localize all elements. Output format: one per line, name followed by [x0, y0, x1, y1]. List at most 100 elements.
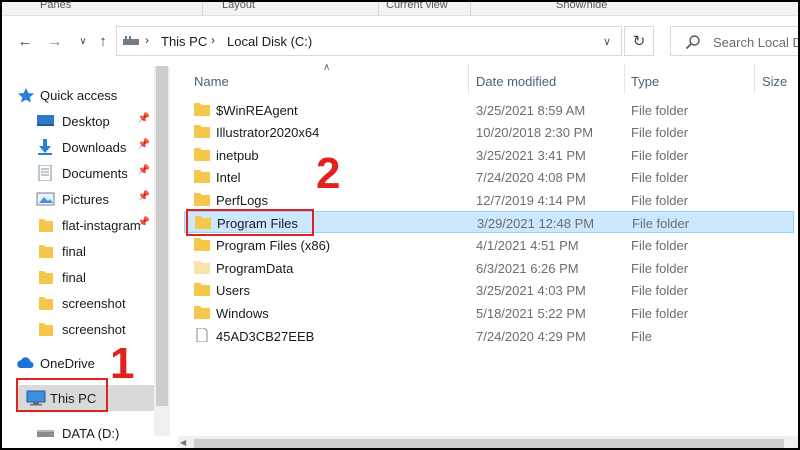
- nav-item-pictures[interactable]: Pictures 📌: [36, 187, 154, 211]
- address-bar[interactable]: › This PC › Local Disk (C:) ∨: [116, 26, 622, 56]
- column-separator[interactable]: [468, 64, 469, 94]
- file-type: File folder: [631, 103, 689, 118]
- nav-item-label: OneDrive: [40, 355, 95, 371]
- folder-icon: [39, 245, 53, 258]
- file-type: File: [631, 329, 652, 344]
- file-date: 3/25/2021 3:41 PM: [476, 148, 586, 163]
- chevron-down-icon: ∨: [79, 35, 87, 47]
- ribbon-group-labels: Panes Layout Current view Show/hide: [2, 2, 798, 16]
- file-row[interactable]: 45AD3CB27EEB 7/24/2020 4:29 PM File: [184, 325, 794, 347]
- file-row[interactable]: Windows 5/18/2021 5:22 PM File folder: [184, 302, 794, 324]
- nav-item-label: DATA (D:): [62, 425, 120, 441]
- file-type: File folder: [631, 193, 689, 208]
- nav-item-data-drive[interactable]: DATA (D:): [36, 421, 154, 445]
- folder-icon: [39, 271, 53, 284]
- nav-item-flat-instagram[interactable]: flat-instagram 📌: [36, 213, 154, 237]
- up-button[interactable]: ↑: [92, 28, 114, 54]
- forward-button[interactable]: →: [44, 28, 66, 54]
- recent-locations-button[interactable]: ∨: [72, 28, 94, 54]
- column-separator[interactable]: [754, 64, 755, 94]
- file-row[interactable]: Illustrator2020x64 10/20/2018 2:30 PM Fi…: [184, 121, 794, 143]
- nav-item-label: Desktop: [62, 113, 110, 129]
- annotation-highlight-program-files: [186, 209, 314, 236]
- file-row[interactable]: Intel 7/24/2020 4:08 PM File folder: [184, 166, 794, 188]
- pin-icon: 📌: [137, 139, 150, 150]
- refresh-button[interactable]: ↻: [624, 26, 654, 56]
- file-name: Program Files (x86): [216, 238, 331, 253]
- breadcrumb-chevron-icon: ›: [211, 33, 215, 47]
- folder-icon: [194, 238, 210, 251]
- arrow-right-icon: →: [47, 32, 63, 50]
- nav-pane-scrollbar[interactable]: [154, 66, 170, 436]
- file-type: File folder: [631, 283, 689, 298]
- file-icon: [196, 328, 208, 342]
- column-header-size[interactable]: Size: [762, 70, 787, 92]
- file-row[interactable]: Program Files (x86) 4/1/2021 4:51 PM Fil…: [184, 234, 794, 256]
- scrollbar-thumb[interactable]: [194, 439, 784, 448]
- sort-ascending-icon: ∧: [323, 62, 331, 73]
- nav-item-downloads[interactable]: Downloads 📌: [36, 135, 154, 159]
- column-header-name[interactable]: Name: [194, 70, 229, 92]
- desktop-icon: [37, 115, 54, 126]
- nav-item-label: screenshot: [62, 295, 126, 311]
- folder-icon: [194, 148, 210, 161]
- file-date: 4/1/2021 4:51 PM: [476, 238, 579, 253]
- pin-icon: 📌: [137, 191, 150, 202]
- ribbon-separator: [470, 2, 471, 16]
- nav-item-quick-access[interactable]: Quick access: [16, 83, 154, 107]
- star-icon: [18, 88, 34, 103]
- column-separator[interactable]: [624, 64, 625, 94]
- scroll-left-icon[interactable]: ◀: [180, 438, 186, 447]
- file-type: File folder: [631, 306, 689, 321]
- file-name: $WinREAgent: [216, 103, 298, 118]
- file-row[interactable]: ProgramData 6/3/2021 6:26 PM File folder: [184, 257, 794, 279]
- nav-item-label: final: [62, 269, 86, 285]
- file-explorer-window: Panes Layout Current view Show/hide ← → …: [0, 0, 800, 450]
- folder-icon: [194, 193, 210, 206]
- folder-icon: [194, 283, 210, 296]
- file-row[interactable]: $WinREAgent 3/25/2021 8:59 AM File folde…: [184, 99, 794, 121]
- breadcrumb-local-disk[interactable]: Local Disk (C:): [227, 34, 312, 49]
- search-icon: [685, 35, 700, 50]
- nav-item-documents[interactable]: Documents 📌: [36, 161, 154, 185]
- nav-item-screenshot[interactable]: screenshot: [36, 317, 154, 341]
- annotation-step-2: 2: [316, 149, 341, 198]
- back-button[interactable]: ←: [14, 28, 36, 54]
- column-header-date-modified[interactable]: Date modified: [476, 70, 556, 92]
- file-date: 3/29/2021 12:48 PM: [477, 216, 595, 231]
- file-name: Users: [216, 283, 250, 298]
- file-list-horizontal-scrollbar[interactable]: ◀: [178, 436, 798, 448]
- file-name: inetpub: [216, 148, 259, 163]
- file-name: PerfLogs: [216, 193, 269, 208]
- breadcrumb-chevron-icon: ›: [145, 33, 149, 47]
- pin-icon: 📌: [137, 165, 150, 176]
- column-header-type[interactable]: Type: [631, 70, 659, 92]
- file-date: 3/25/2021 8:59 AM: [476, 103, 586, 118]
- cloud-icon: [17, 357, 34, 368]
- nav-item-label: final: [62, 243, 86, 259]
- search-input[interactable]: [713, 33, 798, 51]
- nav-item-desktop[interactable]: Desktop 📌: [36, 109, 154, 133]
- scrollbar-thumb[interactable]: [156, 66, 168, 406]
- file-name: 45AD3CB27EEB: [216, 329, 315, 344]
- address-dropdown-button[interactable]: ∨: [597, 31, 617, 51]
- file-row[interactable]: PerfLogs 12/7/2019 4:14 PM File folder: [184, 189, 794, 211]
- search-box[interactable]: [670, 26, 798, 56]
- file-date: 10/20/2018 2:30 PM: [476, 125, 594, 140]
- file-row[interactable]: inetpub 3/25/2021 3:41 PM File folder: [184, 144, 794, 166]
- file-date: 12/7/2019 4:14 PM: [476, 193, 586, 208]
- breadcrumb-this-pc[interactable]: This PC: [161, 34, 207, 49]
- nav-item-screenshot[interactable]: screenshot: [36, 291, 154, 315]
- arrow-up-icon: ↑: [99, 32, 107, 50]
- annotation-highlight-this-pc: [16, 378, 108, 412]
- nav-item-final[interactable]: final: [36, 239, 154, 263]
- file-name: ProgramData: [216, 261, 294, 276]
- folder-icon: [194, 103, 210, 116]
- nav-item-final[interactable]: final: [36, 265, 154, 289]
- nav-item-label: Documents: [62, 165, 128, 181]
- folder-icon: [194, 125, 210, 138]
- file-name: Illustrator2020x64: [216, 125, 320, 140]
- documents-icon: [38, 165, 52, 181]
- download-icon: [38, 139, 52, 155]
- file-row[interactable]: Users 3/25/2021 4:03 PM File folder: [184, 279, 794, 301]
